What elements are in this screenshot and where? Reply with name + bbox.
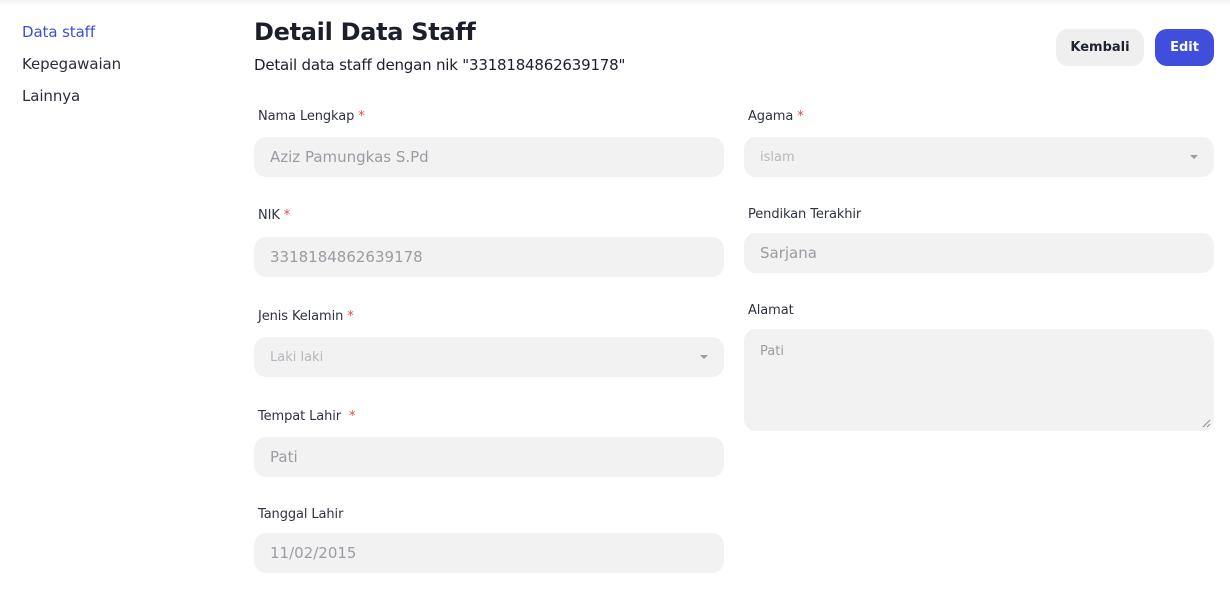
- field-label: Tempat Lahir *: [258, 409, 356, 424]
- required-marker: *: [358, 109, 365, 124]
- chevron-down-icon: [1190, 155, 1198, 159]
- field-jenis-kelamin: Jenis Kelamin * Laki laki: [254, 307, 724, 377]
- field-label: Agama *: [748, 109, 804, 124]
- agama-value: islam: [760, 149, 795, 165]
- required-marker: *: [283, 208, 291, 223]
- field-label: Nama Lengkap *: [258, 109, 365, 124]
- required-marker: *: [347, 309, 354, 324]
- alamat-textarea[interactable]: Pati: [744, 329, 1214, 431]
- jenis-kelamin-value: Laki laki: [270, 349, 324, 365]
- tempat-lahir-input[interactable]: Pati: [254, 437, 724, 477]
- sidebar-item-data-staff[interactable]: Data staff: [22, 20, 222, 52]
- required-marker: *: [349, 409, 356, 424]
- field-tempat-lahir: Tempat Lahir * Pati: [254, 407, 724, 477]
- agama-select[interactable]: islam: [744, 137, 1214, 177]
- field-nama-lengkap: Nama Lengkap * Aziz Pamungkas S.Pd: [254, 107, 724, 177]
- field-tanggal-lahir: Tanggal Lahir 11/02/2015: [254, 505, 724, 573]
- sidebar-item-kepegawaian[interactable]: Kepegawaian: [22, 52, 222, 84]
- field-alamat: Alamat Pati: [744, 301, 1214, 431]
- back-button[interactable]: Kembali: [1056, 29, 1144, 66]
- sidebar-item-lainnya[interactable]: Lainnya: [22, 84, 222, 116]
- nik-input[interactable]: 3318184862639178: [254, 237, 724, 277]
- page-header: Detail Data Staff Detail data staff deng…: [254, 18, 1214, 74]
- jenis-kelamin-select[interactable]: Laki laki: [254, 337, 724, 377]
- field-label: Alamat: [748, 303, 794, 318]
- pendidikan-terakhir-input[interactable]: Sarjana: [744, 233, 1214, 273]
- field-nik: NIK * 3318184862639178: [254, 206, 724, 277]
- resize-handle-icon[interactable]: [1202, 419, 1211, 428]
- page-subtitle: Detail data staff dengan nik "3318184862…: [254, 56, 626, 74]
- field-pendidikan-terakhir: Pendikan Terakhir Sarjana: [744, 205, 1214, 273]
- top-shadow: [0, 0, 1230, 6]
- chevron-down-icon: [700, 355, 708, 359]
- edit-button[interactable]: Edit: [1155, 29, 1214, 66]
- required-marker: *: [797, 109, 804, 124]
- nama-lengkap-input[interactable]: Aziz Pamungkas S.Pd: [254, 137, 724, 177]
- field-agama: Agama * islam: [744, 107, 1214, 177]
- field-label: Jenis Kelamin *: [258, 309, 354, 324]
- alamat-value: Pati: [760, 344, 784, 359]
- sidebar: Data staff Kepegawaian Lainnya: [22, 20, 222, 116]
- field-label: NIK *: [258, 208, 291, 223]
- field-label: Tanggal Lahir: [258, 507, 344, 522]
- tanggal-lahir-input[interactable]: 11/02/2015: [254, 533, 724, 573]
- field-label: Pendikan Terakhir: [748, 207, 862, 222]
